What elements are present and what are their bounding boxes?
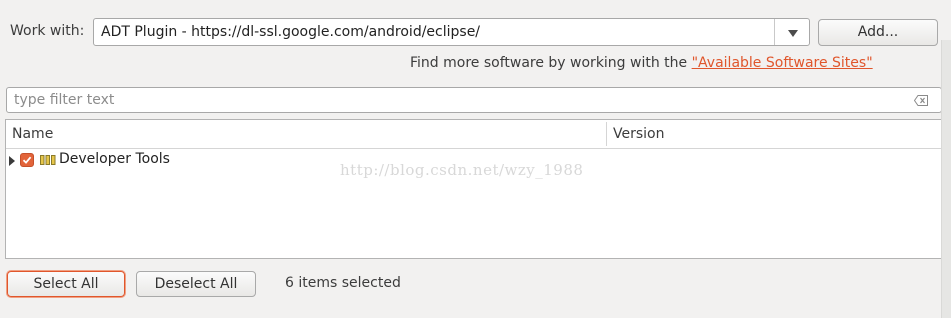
column-header-name[interactable]: Name [12,126,53,142]
clear-filter-icon[interactable] [914,95,928,106]
find-more-text: Find more software by working with the "… [410,55,873,71]
table-header: Name Version [6,120,942,149]
watermark: http://blog.csdn.net/wzy_1988 [340,161,584,179]
column-header-version[interactable]: Version [613,126,664,142]
work-with-label: Work with: [10,23,85,39]
filter-placeholder: type filter text [14,92,115,108]
select-all-button[interactable]: Select All [7,271,125,297]
find-more-label: Find more software by working with the [410,55,692,71]
row-checkbox[interactable] [20,153,34,167]
deselect-all-button[interactable]: Deselect All [136,271,256,297]
filter-input[interactable]: type filter text [6,87,942,113]
expand-arrow-icon[interactable] [9,156,15,166]
work-with-combo[interactable]: ADT Plugin - https://dl-ssl.google.com/a… [93,18,810,46]
combo-separator [774,19,775,45]
add-button[interactable]: Add... [818,19,938,46]
work-with-value[interactable]: ADT Plugin - https://dl-ssl.google.com/a… [101,24,480,40]
available-software-sites-link[interactable]: "Available Software Sites" [692,55,873,71]
column-divider[interactable] [606,122,607,146]
cut-off-control [24,312,36,318]
selected-count-status: 6 items selected [285,275,401,291]
row-name: Developer Tools [59,151,170,167]
chevron-down-icon[interactable] [788,30,798,37]
software-table[interactable]: Name Version Developer Tools [5,119,943,259]
package-icon [40,155,56,165]
checkmark-icon [22,156,32,164]
window-scroll-edge[interactable] [941,40,951,318]
